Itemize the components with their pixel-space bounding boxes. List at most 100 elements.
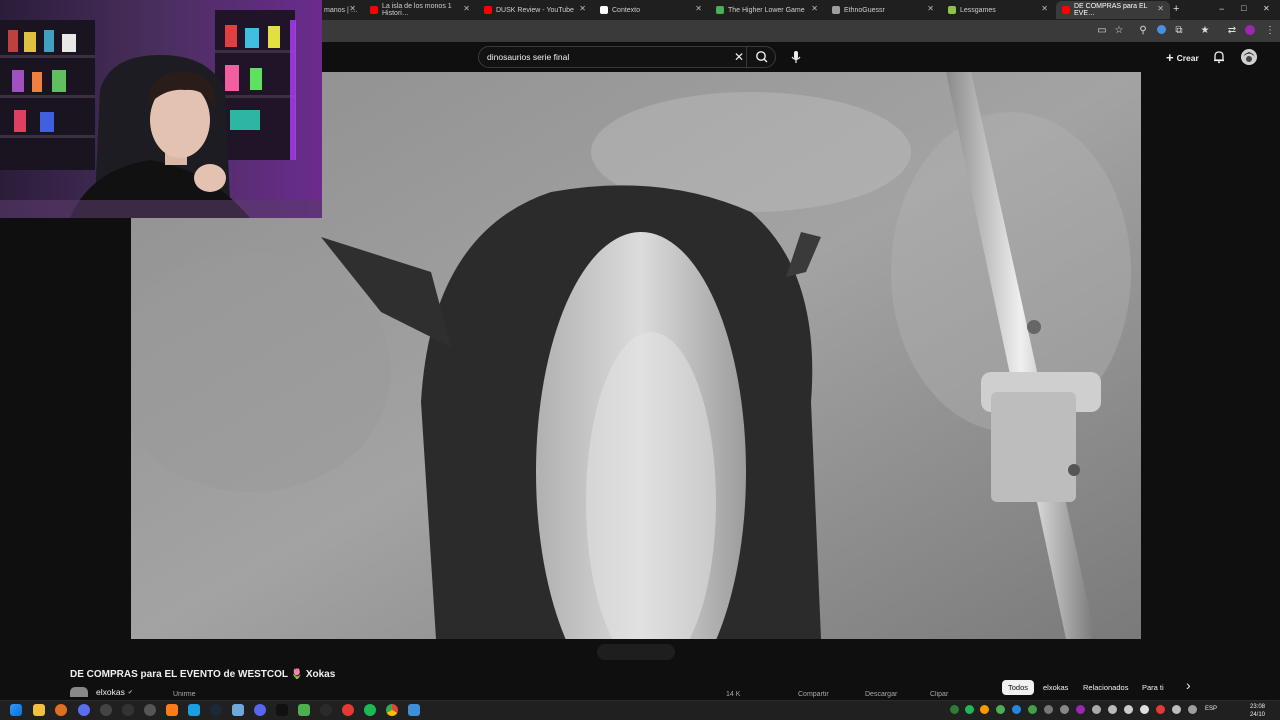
chip-para-ti[interactable]: Para ti	[1136, 680, 1170, 695]
tray-icon[interactable]	[1108, 705, 1117, 714]
tray-icon[interactable]	[980, 705, 989, 714]
tab-title: Contexto	[612, 6, 641, 14]
browser-menu-icon[interactable]: ⋮	[1264, 25, 1276, 37]
tray-icon[interactable]	[1172, 705, 1181, 714]
browser-tab[interactable]: La isla de los monos 1 Histori… ✕	[364, 1, 476, 19]
chip-elxokas[interactable]: elxokas	[1037, 680, 1074, 695]
notifications-button[interactable]	[1212, 50, 1226, 69]
join-button[interactable]: Unirme	[167, 691, 202, 700]
minimize-button[interactable]: −	[1219, 4, 1224, 14]
tab-close-icon[interactable]: ✕	[579, 4, 586, 13]
chrome-icon[interactable]	[386, 704, 398, 716]
new-tab-button[interactable]: +	[1173, 3, 1179, 15]
like-button[interactable]: 14 K	[718, 691, 748, 700]
search-taskbar-icon[interactable]	[55, 704, 67, 716]
browser-tab[interactable]: Contexto ✕	[594, 1, 708, 19]
windows-start-icon[interactable]	[10, 704, 22, 716]
profile-icon[interactable]	[1244, 25, 1256, 37]
download-button[interactable]: Descargar	[857, 691, 905, 700]
create-button[interactable]: + Crear	[1166, 50, 1199, 65]
ethnoguessr-favicon-icon	[832, 6, 840, 14]
app-icon[interactable]	[188, 704, 200, 716]
streamer-webcam-overlay	[0, 0, 322, 218]
tab-close-icon[interactable]: ✕	[1157, 4, 1164, 13]
channel-info[interactable]: elxokas ✔	[70, 687, 133, 697]
search-button[interactable]	[746, 46, 776, 68]
sync-icon[interactable]: ⇄	[1226, 25, 1238, 37]
bookmark-star-icon[interactable]: ☆	[1113, 25, 1125, 37]
search-input-value: dinosaurios serie final	[487, 52, 570, 62]
video-title: DE COMPRAS para EL EVENTO de WESTCOL 🌷 X…	[70, 669, 336, 680]
tab-title: La isla de los monos 1 Histori…	[382, 3, 452, 17]
browser-tab[interactable]: EthnoGuessr ✕	[826, 1, 940, 19]
avatar-image	[1241, 49, 1257, 65]
tab-close-icon[interactable]: ✕	[1041, 4, 1048, 13]
tiktok-icon[interactable]	[276, 704, 288, 716]
app-icon[interactable]	[320, 704, 332, 716]
tray-icon[interactable]	[996, 705, 1005, 714]
discord-icon[interactable]	[254, 704, 266, 716]
channel-avatar[interactable]	[70, 687, 88, 697]
account-avatar[interactable]	[1241, 49, 1257, 65]
browser-tab[interactable]: manos | … ✕	[318, 1, 362, 19]
bell-icon	[1214, 51, 1224, 64]
clip-button[interactable]: Clipar	[922, 691, 956, 700]
taskbar-clock[interactable]: 23:08 24/10	[1250, 703, 1265, 719]
install-app-icon[interactable]: ▭	[1096, 25, 1108, 37]
app-icon[interactable]	[298, 704, 310, 716]
app-icon[interactable]	[232, 704, 244, 716]
voice-search-button[interactable]	[787, 48, 805, 66]
chip-relacionados[interactable]: Relacionados	[1077, 680, 1134, 695]
lessgames-favicon-icon	[948, 6, 956, 14]
browser-tab[interactable]: The Higher Lower Game ✕	[710, 1, 824, 19]
browser-tab[interactable]: Lessgames ✕	[942, 1, 1054, 19]
tray-icon[interactable]	[1188, 705, 1197, 714]
tray-icon[interactable]	[950, 705, 959, 714]
channel-name[interactable]: elxokas	[96, 687, 125, 697]
player-controls-hint[interactable]	[597, 644, 675, 660]
browser-tab[interactable]: DUSK Review - YouTube ✕	[478, 1, 592, 19]
tray-icon[interactable]	[1076, 705, 1085, 714]
close-window-button[interactable]: ✕	[1263, 4, 1270, 13]
tray-icon[interactable]	[1092, 705, 1101, 714]
tray-icon[interactable]	[965, 705, 974, 714]
tray-icon[interactable]	[1156, 705, 1165, 714]
file-explorer-icon[interactable]	[33, 704, 45, 716]
youtube-favicon-icon	[484, 6, 492, 14]
app-icon[interactable]	[144, 704, 156, 716]
reading-list-icon[interactable]: ★	[1199, 25, 1211, 37]
tray-icon[interactable]	[1060, 705, 1069, 714]
tray-icon[interactable]	[1140, 705, 1149, 714]
tab-close-icon[interactable]: ✕	[695, 4, 702, 13]
video-details-area: DE COMPRAS para EL EVENTO de WESTCOL 🌷 X…	[0, 639, 1280, 700]
tab-close-icon[interactable]: ✕	[811, 4, 818, 13]
clear-search-icon[interactable]: ✕	[734, 50, 744, 64]
chips-next-icon[interactable]: ›	[1186, 677, 1191, 693]
app-icon[interactable]	[166, 704, 178, 716]
app-icon[interactable]	[342, 704, 354, 716]
tray-icon[interactable]	[1012, 705, 1021, 714]
app-icon[interactable]	[408, 704, 420, 716]
browser-tab-active[interactable]: DE COMPRAS para EL EVE… ✕	[1056, 1, 1170, 19]
steam-icon[interactable]	[210, 704, 222, 716]
share-button[interactable]: Compartir	[790, 691, 837, 700]
spotify-icon[interactable]	[364, 704, 376, 716]
tray-icon[interactable]	[1028, 705, 1037, 714]
tab-close-icon[interactable]: ✕	[927, 4, 934, 13]
tray-icon[interactable]	[1044, 705, 1053, 714]
extensions-puzzle-icon[interactable]: ⧉	[1173, 25, 1185, 37]
maximize-button[interactable]: □	[1241, 3, 1246, 13]
extension-icon[interactable]: ⚲	[1137, 25, 1149, 37]
tab-close-icon[interactable]: ✕	[463, 4, 470, 13]
app-icon[interactable]	[100, 704, 112, 716]
higher-lower-favicon-icon	[716, 6, 724, 14]
app-icon[interactable]	[122, 704, 134, 716]
language-indicator[interactable]: ESP	[1205, 706, 1217, 712]
vpn-app-icon[interactable]	[78, 704, 90, 716]
extension-blue-icon[interactable]	[1155, 25, 1167, 37]
tab-close-icon[interactable]: ✕	[349, 4, 356, 13]
tray-icon[interactable]	[1124, 705, 1133, 714]
tab-title: The Higher Lower Game	[728, 6, 805, 14]
chip-todos[interactable]: Todos	[1002, 680, 1035, 695]
search-input[interactable]: dinosaurios serie final ✕	[478, 46, 776, 68]
